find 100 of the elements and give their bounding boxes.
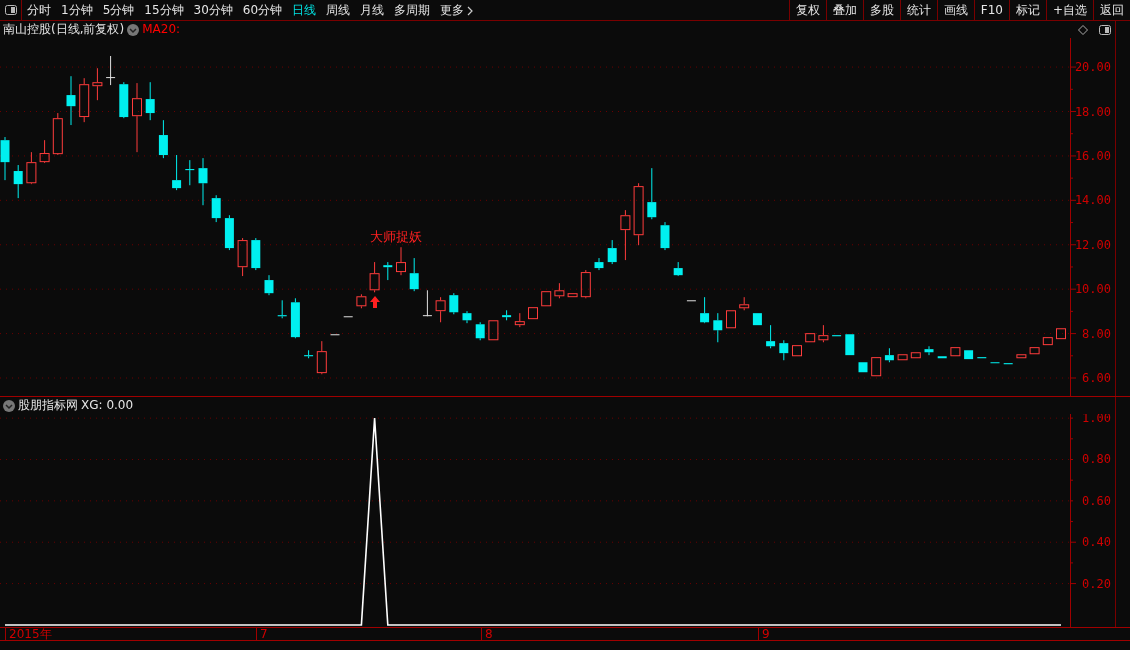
dropdown-icon [127,23,140,36]
period-tab[interactable]: 1分钟 [56,0,98,20]
candlestick [845,333,855,356]
candlestick [924,345,934,356]
candlestick [290,297,300,339]
candlestick [910,351,921,359]
toolbar-button[interactable]: 多股 [862,0,900,20]
period-tab[interactable]: 周线 [321,0,356,20]
candlestick [422,289,432,317]
candlestick [594,257,604,271]
candlestick [818,324,829,343]
candlestick [792,344,802,357]
candlestick [251,237,261,271]
candlestick [356,293,367,309]
candlestick [607,239,617,265]
toolbar-button[interactable]: 标记 [1008,0,1046,20]
candlestick [172,154,182,191]
candlestick [858,361,868,373]
candlestick [198,157,208,206]
candlestick [1042,336,1053,346]
axis-label: 12.00 [1074,237,1111,252]
candlestick [449,292,459,315]
axis-label: 16.00 [1074,148,1111,163]
candlestick [1056,327,1066,340]
date-label: 2015年 [5,628,52,641]
toolbar-button[interactable]: 返回 [1093,0,1130,20]
axis-label: 8.00 [1082,326,1111,341]
axis-label: 0.40 [1082,535,1111,550]
period-tab[interactable]: 60分钟 [237,0,288,20]
axis-label: 0.20 [1082,576,1111,591]
chevron-right-icon [467,5,475,16]
candlestick [726,309,736,329]
candlestick [660,221,670,251]
toolbar-button[interactable]: F10 [973,0,1009,20]
candlestick [488,319,499,341]
candlestick [383,261,393,281]
candlestick [766,324,776,349]
axis-label: 0.60 [1082,493,1111,508]
candlestick [316,340,327,375]
candlestick [396,246,406,276]
candlestick [567,292,578,298]
candlestick [185,159,195,186]
candlestick [79,77,90,123]
candlestick [633,182,644,246]
candlestick [871,356,882,377]
axis-label: 0.80 [1082,452,1111,467]
candlestick [462,310,472,324]
candlestick [13,164,23,199]
candlestick [897,353,908,361]
candlestick [502,309,512,321]
period-tab[interactable]: 日线 [287,0,322,20]
candlestick [145,81,155,121]
period-tab[interactable]: 分时 [22,0,56,20]
candlestick [832,334,842,337]
candlestick [647,167,657,220]
candlestick [435,296,446,323]
candlestick [0,136,10,181]
candlestick [106,55,116,86]
indicator-value: XG: 0.00 [81,397,134,414]
toolbar-button[interactable]: 统计 [899,0,937,20]
candlestick [1029,346,1040,355]
candlestick [343,315,353,318]
candlestick [673,261,683,277]
chart-title: 南山控股(日线,前复权) [3,21,125,38]
period-tab[interactable]: 5分钟 [97,0,140,20]
date-label: 8 [481,628,493,641]
candlestick [700,296,710,324]
candlestick [211,194,221,223]
candlestick [686,299,696,302]
candlestick [541,290,552,307]
period-tab[interactable]: 多周期 [389,0,436,20]
candlestick [304,349,314,359]
period-tab[interactable]: 30分钟 [188,0,238,20]
candlestick [158,119,168,159]
axis-label: 1.00 [1082,414,1111,426]
candlestick [264,274,274,296]
candlestick [950,346,961,357]
toolbar-button[interactable]: 画线 [936,0,974,20]
period-tab[interactable]: 更多 [435,0,480,20]
toolbar-button[interactable]: +自选 [1045,0,1093,20]
candlestick [369,261,380,293]
candlestick [277,299,287,319]
candlestick [237,237,248,277]
candlestick [964,349,974,360]
axis-label: 10.00 [1074,282,1111,297]
candlestick [66,75,76,126]
candlestick [92,67,103,101]
diamond-icon [1078,24,1088,35]
candlestick [752,312,762,326]
indicator-label: MA20: [142,21,181,38]
toolbar-button[interactable]: 复权 [788,0,826,20]
axis-label: 18.00 [1074,104,1111,119]
date-label: 9 [758,628,770,641]
candlestick [713,312,723,343]
period-tab[interactable]: 月线 [355,0,390,20]
candlestick [937,355,947,359]
candlestick [528,306,538,320]
toolbar-button[interactable]: 叠加 [825,0,863,20]
period-tab[interactable]: 15分钟 [139,0,189,20]
candlestick [884,347,894,363]
